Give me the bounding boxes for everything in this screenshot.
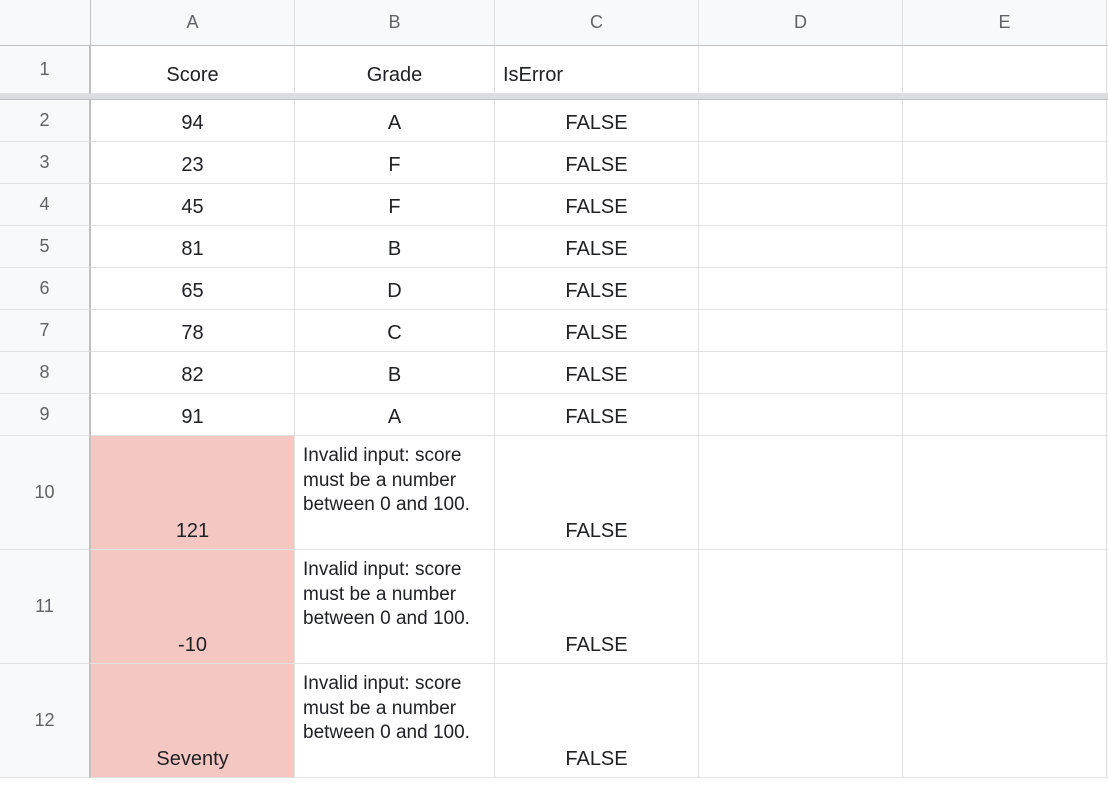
cell-e6[interactable] xyxy=(903,268,1107,310)
cell-a2[interactable]: 94 xyxy=(91,100,295,142)
cell-b1[interactable]: Grade xyxy=(295,46,495,94)
cell-a7[interactable]: 78 xyxy=(91,310,295,352)
cell-e2[interactable] xyxy=(903,100,1107,142)
cell-d12[interactable] xyxy=(699,664,903,778)
cell-c10[interactable]: FALSE xyxy=(495,436,699,550)
cell-d11[interactable] xyxy=(699,550,903,664)
cell-c8[interactable]: FALSE xyxy=(495,352,699,394)
cell-d6[interactable] xyxy=(699,268,903,310)
row-header-6[interactable]: 6 xyxy=(0,268,91,310)
cell-e10[interactable] xyxy=(903,436,1107,550)
cell-c7[interactable]: FALSE xyxy=(495,310,699,352)
row-header-3[interactable]: 3 xyxy=(0,142,91,184)
cell-a1[interactable]: Score xyxy=(91,46,295,94)
cell-c3[interactable]: FALSE xyxy=(495,142,699,184)
cell-d10[interactable] xyxy=(699,436,903,550)
row-header-10[interactable]: 10 xyxy=(0,436,91,550)
cell-c12[interactable]: FALSE xyxy=(495,664,699,778)
cell-a12[interactable]: Seventy xyxy=(91,664,295,778)
cell-a5[interactable]: 81 xyxy=(91,226,295,268)
cell-a9[interactable]: 91 xyxy=(91,394,295,436)
select-all-corner[interactable] xyxy=(0,0,91,46)
cell-a3[interactable]: 23 xyxy=(91,142,295,184)
cell-c11[interactable]: FALSE xyxy=(495,550,699,664)
cell-b3[interactable]: F xyxy=(295,142,495,184)
col-header-c[interactable]: C xyxy=(495,0,699,46)
cell-a8[interactable]: 82 xyxy=(91,352,295,394)
cell-b4[interactable]: F xyxy=(295,184,495,226)
cell-b2[interactable]: A xyxy=(295,100,495,142)
cell-b5[interactable]: B xyxy=(295,226,495,268)
cell-e1[interactable] xyxy=(903,46,1107,94)
cell-d9[interactable] xyxy=(699,394,903,436)
cell-e12[interactable] xyxy=(903,664,1107,778)
cell-b7[interactable]: C xyxy=(295,310,495,352)
cell-e3[interactable] xyxy=(903,142,1107,184)
cell-e9[interactable] xyxy=(903,394,1107,436)
row-header-9[interactable]: 9 xyxy=(0,394,91,436)
cell-a11[interactable]: -10 xyxy=(91,550,295,664)
cell-d8[interactable] xyxy=(699,352,903,394)
col-header-a[interactable]: A xyxy=(91,0,295,46)
cell-b8[interactable]: B xyxy=(295,352,495,394)
cell-b12[interactable]: Invalid input: score must be a number be… xyxy=(295,664,495,778)
cell-c1[interactable]: IsError xyxy=(495,46,699,94)
row-header-11[interactable]: 11 xyxy=(0,550,91,664)
cell-b6[interactable]: D xyxy=(295,268,495,310)
col-header-d[interactable]: D xyxy=(699,0,903,46)
row-header-1[interactable]: 1 xyxy=(0,46,91,94)
cell-b9[interactable]: A xyxy=(295,394,495,436)
row-header-7[interactable]: 7 xyxy=(0,310,91,352)
cell-a10[interactable]: 121 xyxy=(91,436,295,550)
cell-e4[interactable] xyxy=(903,184,1107,226)
cell-b10[interactable]: Invalid input: score must be a number be… xyxy=(295,436,495,550)
row-header-2[interactable]: 2 xyxy=(0,100,91,142)
cell-d3[interactable] xyxy=(699,142,903,184)
row-header-5[interactable]: 5 xyxy=(0,226,91,268)
cell-c2[interactable]: FALSE xyxy=(495,100,699,142)
cell-c9[interactable]: FALSE xyxy=(495,394,699,436)
cell-d1[interactable] xyxy=(699,46,903,94)
cell-d4[interactable] xyxy=(699,184,903,226)
row-header-4[interactable]: 4 xyxy=(0,184,91,226)
col-header-e[interactable]: E xyxy=(903,0,1107,46)
cell-c4[interactable]: FALSE xyxy=(495,184,699,226)
cell-e7[interactable] xyxy=(903,310,1107,352)
cell-d7[interactable] xyxy=(699,310,903,352)
row-header-8[interactable]: 8 xyxy=(0,352,91,394)
spreadsheet-grid[interactable]: A B C D E 1 Score Grade IsError 2 94 A F… xyxy=(0,0,1108,778)
cell-e11[interactable] xyxy=(903,550,1107,664)
cell-d2[interactable] xyxy=(699,100,903,142)
cell-a6[interactable]: 65 xyxy=(91,268,295,310)
cell-e8[interactable] xyxy=(903,352,1107,394)
cell-d5[interactable] xyxy=(699,226,903,268)
cell-a4[interactable]: 45 xyxy=(91,184,295,226)
cell-c6[interactable]: FALSE xyxy=(495,268,699,310)
cell-c5[interactable]: FALSE xyxy=(495,226,699,268)
cell-e5[interactable] xyxy=(903,226,1107,268)
col-header-b[interactable]: B xyxy=(295,0,495,46)
row-header-12[interactable]: 12 xyxy=(0,664,91,778)
cell-b11[interactable]: Invalid input: score must be a number be… xyxy=(295,550,495,664)
